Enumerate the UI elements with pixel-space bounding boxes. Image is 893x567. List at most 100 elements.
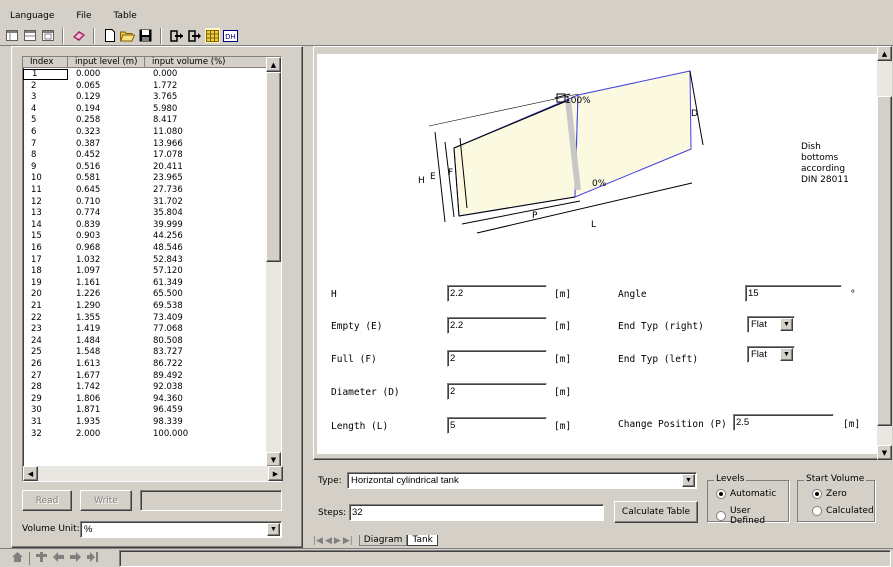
menu-table[interactable]: Table: [113, 11, 136, 21]
cell-input-volume[interactable]: 27.736: [145, 185, 268, 197]
cell-index[interactable]: 25: [23, 347, 68, 359]
diameter-input[interactable]: 2: [447, 383, 547, 400]
cell-index[interactable]: 30: [23, 405, 68, 417]
cell-index[interactable]: 4: [23, 104, 68, 116]
cell-input-level[interactable]: 0.710: [68, 197, 145, 209]
cell-index[interactable]: 15: [23, 231, 68, 243]
cell-input-volume[interactable]: 80.508: [145, 336, 268, 348]
cell-input-level[interactable]: 1.935: [68, 417, 145, 429]
cell-input-level[interactable]: 0.194: [68, 104, 145, 116]
cell-input-volume[interactable]: 20.411: [145, 162, 268, 174]
calculate-table-button[interactable]: Calculate Table: [614, 501, 698, 523]
cell-input-level[interactable]: 0.645: [68, 185, 145, 197]
cell-input-volume[interactable]: 89.492: [145, 371, 268, 383]
cell-input-level[interactable]: 1.806: [68, 394, 145, 406]
diagram-vertical-scrollbar[interactable]: ▲ ▼: [877, 46, 892, 460]
cell-input-level[interactable]: 1.226: [68, 289, 145, 301]
cell-input-level[interactable]: 1.097: [68, 266, 145, 278]
tab-diagram[interactable]: Diagram: [358, 535, 408, 546]
cell-index[interactable]: 20: [23, 289, 68, 301]
tab-nav-prev-icon[interactable]: ◀: [325, 536, 332, 546]
table-row[interactable]: 11 0.645 27.736: [23, 185, 268, 197]
dh-icon[interactable]: DH: [223, 28, 238, 43]
table-row[interactable]: 25 1.548 83.727: [23, 347, 268, 359]
cell-input-volume[interactable]: 96.459: [145, 405, 268, 417]
cell-index[interactable]: 19: [23, 278, 68, 290]
cell-input-level[interactable]: 1.290: [68, 301, 145, 313]
scroll-thumb[interactable]: [266, 72, 281, 262]
scroll-down-button[interactable]: ▼: [877, 445, 892, 460]
table-row[interactable]: 10 0.581 23.965: [23, 173, 268, 185]
cell-input-level[interactable]: 1.484: [68, 336, 145, 348]
table-row[interactable]: 8 0.452 17.078: [23, 150, 268, 162]
cell-index[interactable]: 21: [23, 301, 68, 313]
cell-input-volume[interactable]: 52.843: [145, 255, 268, 267]
open-folder-icon[interactable]: [120, 28, 135, 43]
cell-index[interactable]: 3: [23, 92, 68, 104]
scroll-right-button[interactable]: ▶: [268, 466, 283, 481]
back-icon[interactable]: [53, 551, 64, 565]
angle-input[interactable]: 15: [745, 285, 842, 302]
empty-input[interactable]: 2.2: [447, 317, 547, 334]
table-row[interactable]: 20 1.226 65.500: [23, 289, 268, 301]
cell-input-volume[interactable]: 3.765: [145, 92, 268, 104]
table-row[interactable]: 12 0.710 31.702: [23, 197, 268, 209]
change-position-input[interactable]: 2.5: [733, 414, 834, 431]
cell-input-volume[interactable]: 13.966: [145, 139, 268, 151]
cell-input-level[interactable]: 1.871: [68, 405, 145, 417]
scroll-left-button[interactable]: ◀: [23, 466, 38, 481]
menu-language[interactable]: Language: [10, 11, 54, 21]
cell-index[interactable]: 6: [23, 127, 68, 139]
table-row[interactable]: 16 0.968 48.546: [23, 243, 268, 255]
cell-input-level[interactable]: 0.387: [68, 139, 145, 151]
cell-index[interactable]: 27: [23, 371, 68, 383]
tab-tank[interactable]: Tank: [407, 535, 438, 546]
cell-index[interactable]: 5: [23, 115, 68, 127]
export-icon[interactable]: [169, 28, 184, 43]
tab-nav-next-icon[interactable]: ▶: [334, 536, 341, 546]
h-input[interactable]: 2.2: [447, 285, 547, 302]
table-row[interactable]: 18 1.097 57.120: [23, 266, 268, 278]
scroll-thumb[interactable]: [877, 96, 892, 426]
scroll-down-button[interactable]: ▼: [266, 452, 281, 467]
cell-index[interactable]: 11: [23, 185, 68, 197]
end-right-select[interactable]: Flat ▼: [747, 316, 795, 333]
cell-index[interactable]: 12: [23, 197, 68, 209]
cell-input-level[interactable]: 1.548: [68, 347, 145, 359]
header-input-volume[interactable]: input volume (%): [145, 57, 268, 68]
chevron-down-icon[interactable]: ▼: [780, 348, 793, 361]
chevron-down-icon[interactable]: ▼: [267, 523, 280, 536]
cell-input-level[interactable]: 2.000: [68, 429, 145, 441]
table-row[interactable]: 32 2.000 100.000: [23, 429, 268, 441]
cell-input-volume[interactable]: 94.360: [145, 394, 268, 406]
volume-unit-select[interactable]: % ▼: [80, 521, 282, 538]
table-row[interactable]: 21 1.290 69.538: [23, 301, 268, 313]
header-index[interactable]: Index: [23, 57, 68, 68]
cell-input-volume[interactable]: 23.965: [145, 173, 268, 185]
cell-input-volume[interactable]: 65.500: [145, 289, 268, 301]
cell-input-level[interactable]: 0.452: [68, 150, 145, 162]
cell-input-level[interactable]: 1.419: [68, 324, 145, 336]
cell-input-level[interactable]: 1.613: [68, 359, 145, 371]
cell-input-volume[interactable]: 57.120: [145, 266, 268, 278]
home-icon[interactable]: [12, 551, 23, 565]
cell-index[interactable]: 24: [23, 336, 68, 348]
radio-calculated[interactable]: Calculated: [812, 506, 874, 516]
radio-automatic[interactable]: Automatic: [716, 489, 776, 499]
cell-index[interactable]: 14: [23, 220, 68, 232]
type-select[interactable]: Horizontal cylindrical tank ▼: [347, 472, 697, 489]
cell-input-volume[interactable]: 73.409: [145, 313, 268, 325]
cell-input-volume[interactable]: 17.078: [145, 150, 268, 162]
table-row[interactable]: 29 1.806 94.360: [23, 394, 268, 406]
new-file-icon[interactable]: [102, 28, 117, 43]
import-icon[interactable]: [187, 28, 202, 43]
cell-input-volume[interactable]: 92.038: [145, 382, 268, 394]
tab-nav-last-icon[interactable]: ▶|: [343, 536, 353, 546]
cell-input-level[interactable]: 1.742: [68, 382, 145, 394]
table-row[interactable]: 31 1.935 98.339: [23, 417, 268, 429]
cell-index[interactable]: 16: [23, 243, 68, 255]
table-horizontal-scrollbar[interactable]: ◀ ▶: [23, 466, 283, 481]
radio-zero[interactable]: Zero: [812, 489, 847, 499]
table-row[interactable]: 7 0.387 13.966: [23, 139, 268, 151]
cell-index[interactable]: 29: [23, 394, 68, 406]
